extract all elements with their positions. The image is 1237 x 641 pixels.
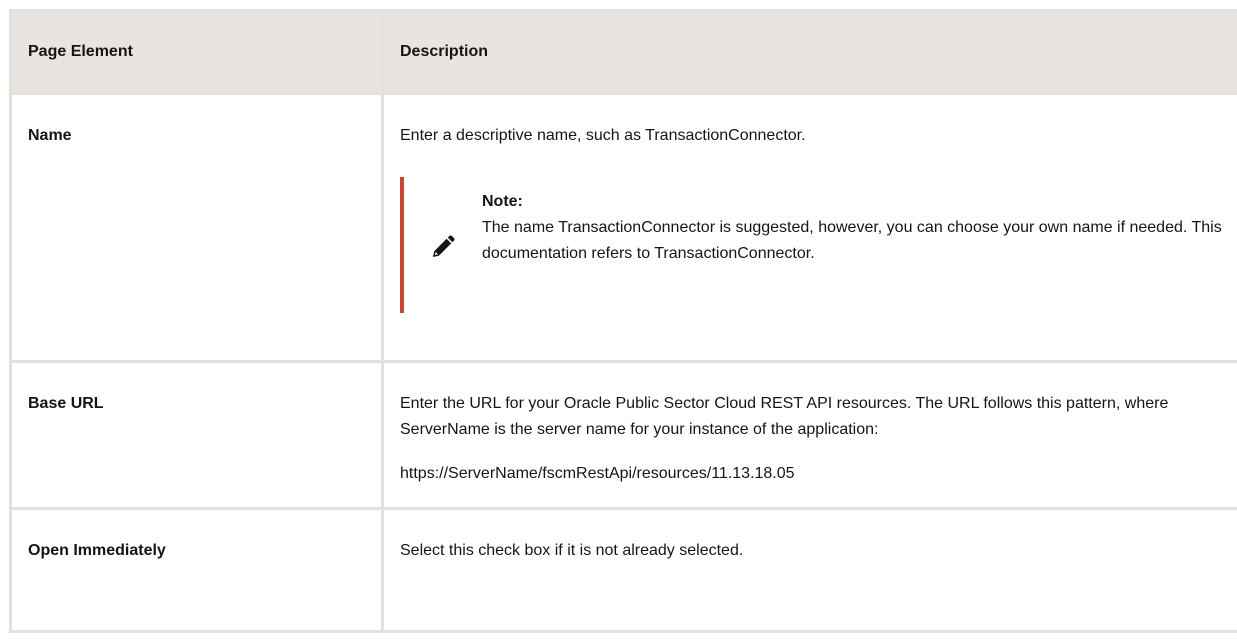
pencil-icon <box>404 189 482 293</box>
page-element-table: Page Element Description Name Enter a de… <box>9 9 1237 633</box>
table-row: Open Immediately Select this check box i… <box>9 507 1237 633</box>
table-row: Name Enter a descriptive name, such as T… <box>9 92 1237 363</box>
element-cell: Open Immediately <box>9 507 384 633</box>
header-description: Description <box>381 9 1237 95</box>
url-example: https://ServerName/fscmRestApi/resources… <box>400 465 795 482</box>
element-name-label: Name <box>28 127 72 144</box>
document-page: Page Element Description Name Enter a de… <box>0 0 1237 641</box>
description-cell: Enter the URL for your Oracle Public Sec… <box>381 360 1237 510</box>
description-text: Select this check box if it is not alrea… <box>400 542 744 559</box>
description-cell: Enter a descriptive name, such as Transa… <box>381 92 1237 363</box>
table-row: Base URL Enter the URL for your Oracle P… <box>9 360 1237 510</box>
element-base-url-label: Base URL <box>28 395 104 412</box>
element-open-immediately-label: Open Immediately <box>28 542 166 559</box>
description-text: Enter the URL for your Oracle Public Sec… <box>400 395 1169 438</box>
header-page-element: Page Element <box>9 9 384 95</box>
note-box: Note: The name TransactionConnector is s… <box>400 177 1233 313</box>
description-text: Enter a descriptive name, such as Transa… <box>400 127 806 144</box>
table-header-row: Page Element Description <box>9 9 1237 95</box>
note-text: The name TransactionConnector is suggest… <box>482 219 1222 262</box>
description-cell: Select this check box if it is not alrea… <box>381 507 1237 633</box>
element-cell: Name <box>9 92 384 363</box>
element-cell: Base URL <box>9 360 384 510</box>
note-title: Note: <box>482 193 523 210</box>
